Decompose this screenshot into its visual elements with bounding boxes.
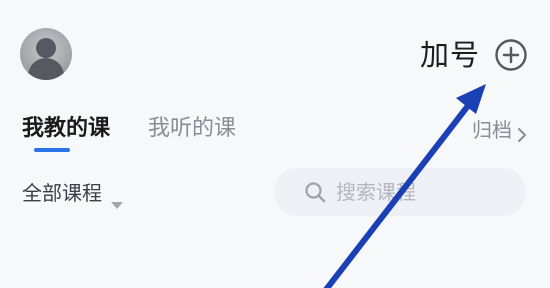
tab-attending[interactable]: 我听的课 — [148, 112, 236, 146]
search-icon — [304, 181, 326, 203]
search-placeholder: 搜索课程 — [336, 180, 416, 204]
caret-down-icon — [110, 188, 124, 209]
avatar-body-icon — [28, 58, 64, 80]
avatar[interactable] — [20, 28, 72, 80]
course-filter-dropdown[interactable]: 全部课程 — [22, 178, 124, 209]
course-home-screen: 加号 我教的课 我听的课 归档 全部课程 搜索课程 — [0, 0, 550, 288]
search-input[interactable]: 搜索课程 — [274, 168, 526, 216]
avatar-head-icon — [36, 38, 56, 58]
filter-label: 全部课程 — [22, 181, 102, 205]
archive-label: 归档 — [472, 118, 512, 142]
plus-circle-icon[interactable] — [494, 38, 528, 72]
course-tabs: 我教的课 我听的课 — [22, 112, 236, 146]
header-actions: 加号 — [420, 36, 528, 74]
archive-link[interactable]: 归档 — [472, 116, 528, 144]
join-label: 加号 — [419, 38, 480, 72]
chevron-right-icon — [516, 122, 528, 142]
tab-teaching[interactable]: 我教的课 — [22, 112, 110, 146]
active-tab-indicator — [34, 148, 70, 152]
